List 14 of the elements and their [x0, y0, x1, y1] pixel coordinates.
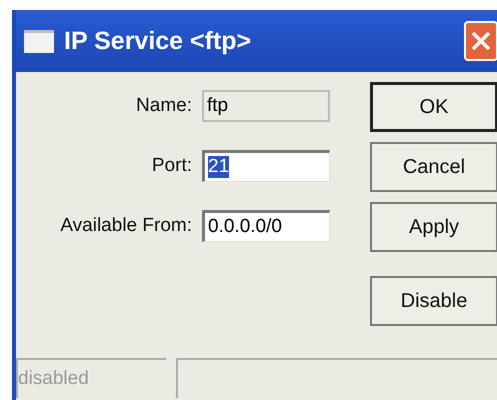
field-label: Port: [150, 155, 192, 177]
dialog-button[interactable]: Disable [370, 276, 497, 326]
field-label: Name: [135, 95, 192, 117]
window-title: IP Service <ftp> [64, 26, 252, 56]
field-label: Available From: [59, 215, 192, 237]
status-text: disabled [16, 358, 166, 398]
input-field[interactable]: 0.0.0.0/0 [202, 210, 330, 242]
window-icon [24, 30, 54, 52]
close-icon [470, 30, 492, 52]
dialog-button[interactable]: OK [370, 82, 497, 132]
input-field[interactable]: 21 [202, 150, 330, 182]
dialog-button[interactable]: Cancel [370, 142, 497, 192]
dialog-button[interactable]: Apply [370, 202, 497, 252]
close-button[interactable] [464, 21, 497, 61]
